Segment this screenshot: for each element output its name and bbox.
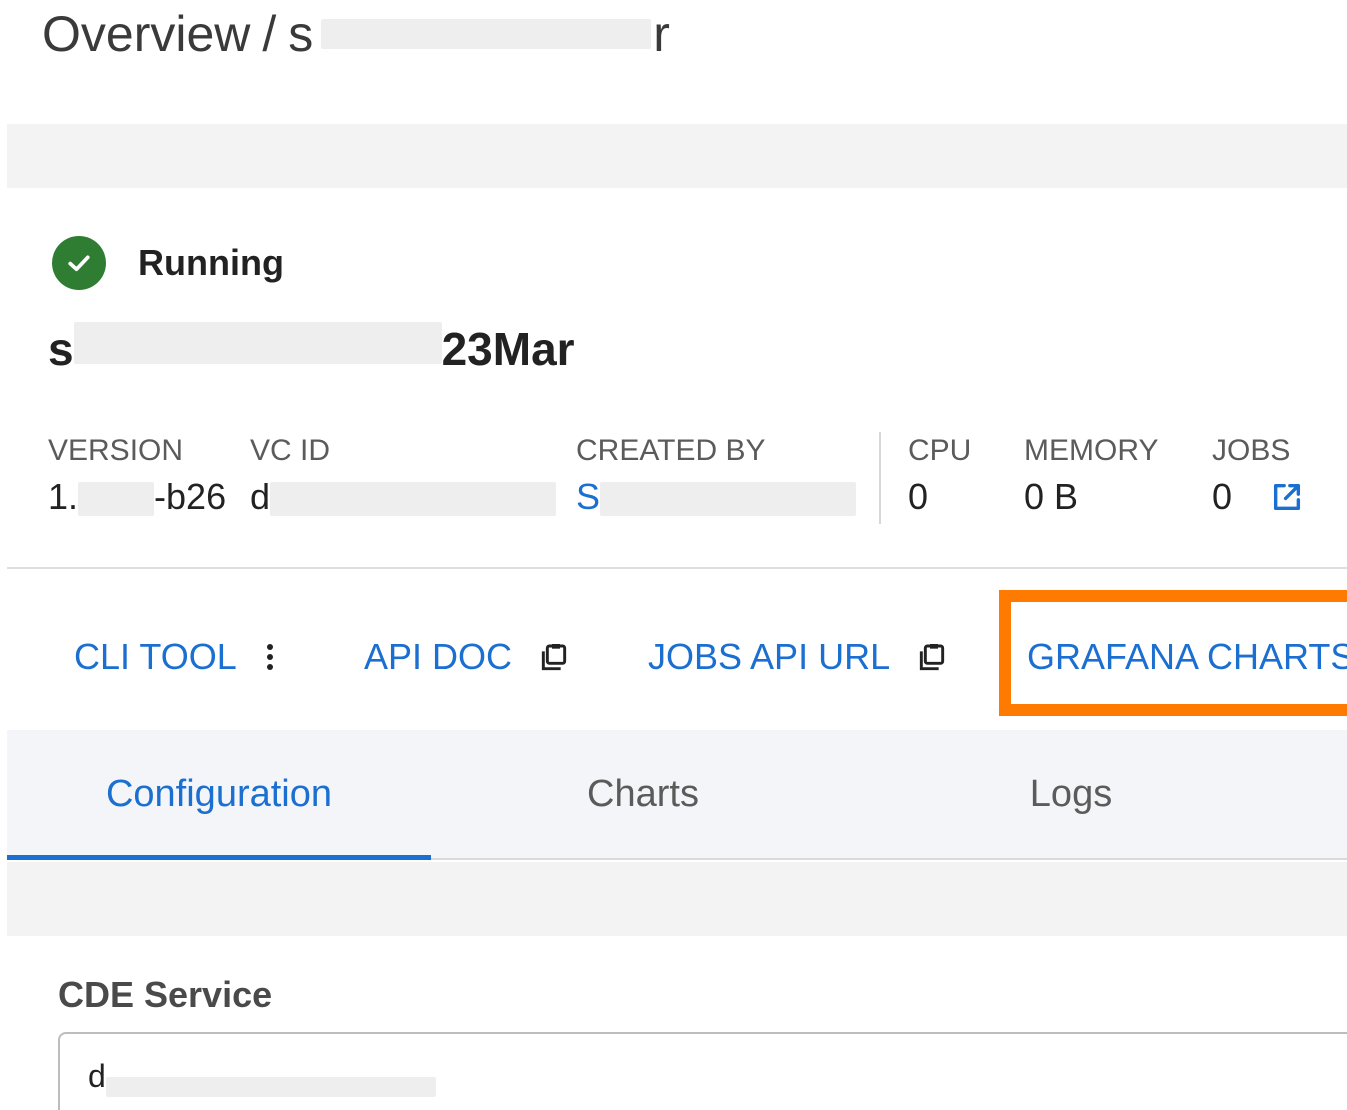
breadcrumb-separator: / <box>262 6 277 62</box>
section-divider <box>7 567 1347 569</box>
cli-tool-link[interactable]: CLI TOOL <box>74 636 237 678</box>
breadcrumb: Overview / s r <box>42 6 670 62</box>
vc-id-value: d <box>250 476 557 518</box>
version-value-prefix: 1. <box>48 476 79 517</box>
api-doc-link[interactable]: API DOC <box>364 636 512 678</box>
version-value-suffix: -b26 <box>154 476 227 517</box>
content-band <box>7 862 1347 936</box>
cde-service-field[interactable]: d <box>58 1032 1347 1110</box>
version-label: VERSION <box>48 434 184 467</box>
redacted-text <box>600 482 857 517</box>
external-link-icon[interactable] <box>1270 480 1304 514</box>
redacted-text <box>78 482 155 517</box>
copy-icon[interactable] <box>916 642 948 679</box>
jobs-label: JOBS <box>1212 434 1291 467</box>
status-label: Running <box>138 242 284 283</box>
breadcrumb-current-suffix: r <box>653 6 670 62</box>
metadata-divider <box>879 432 881 524</box>
cde-service-label: CDE Service <box>58 974 273 1015</box>
header-band <box>7 124 1347 188</box>
memory-label: MEMORY <box>1024 434 1159 467</box>
tab-configuration[interactable]: Configuration <box>7 730 431 860</box>
jobs-value: 0 <box>1212 476 1233 517</box>
redacted-text <box>270 482 557 517</box>
breadcrumb-overview-link[interactable]: Overview <box>42 5 250 63</box>
vc-id-value-prefix: d <box>250 476 271 517</box>
status-indicator: Running <box>52 236 284 290</box>
created-by-link[interactable]: S <box>576 476 857 518</box>
breadcrumb-current-prefix: s <box>288 6 314 62</box>
tab-charts[interactable]: Charts <box>431 730 855 858</box>
cpu-value: 0 <box>908 476 929 517</box>
service-title-suffix: 23Mar <box>441 323 575 370</box>
service-title: s 23Mar <box>48 322 575 370</box>
check-circle-icon <box>52 236 106 290</box>
memory-value: 0 B <box>1024 476 1079 517</box>
service-title-prefix: s <box>48 323 74 370</box>
redacted-text <box>105 1076 436 1097</box>
redacted-text <box>321 19 652 49</box>
cpu-label: CPU <box>908 434 972 467</box>
vc-id-label: VC ID <box>250 434 331 467</box>
created-by-label: CREATED BY <box>576 434 766 467</box>
copy-icon[interactable] <box>538 642 570 679</box>
jobs-api-url-link[interactable]: JOBS API URL <box>648 636 890 678</box>
tab-logs[interactable]: Logs <box>859 730 1283 858</box>
more-vertical-icon[interactable] <box>260 642 280 679</box>
detail-tabs: Configuration Charts Logs <box>7 730 1347 860</box>
vc-overview-page: Overview / s r Running s 23Mar VERSION VC… <box>0 0 1347 1110</box>
grafana-charts-link[interactable]: GRAFANA CHARTS <box>1027 636 1347 678</box>
version-value: 1. -b26 <box>48 476 226 518</box>
created-by-value-prefix: S <box>576 476 601 517</box>
redacted-text <box>73 322 442 364</box>
cde-service-value-prefix: d <box>88 1058 106 1094</box>
